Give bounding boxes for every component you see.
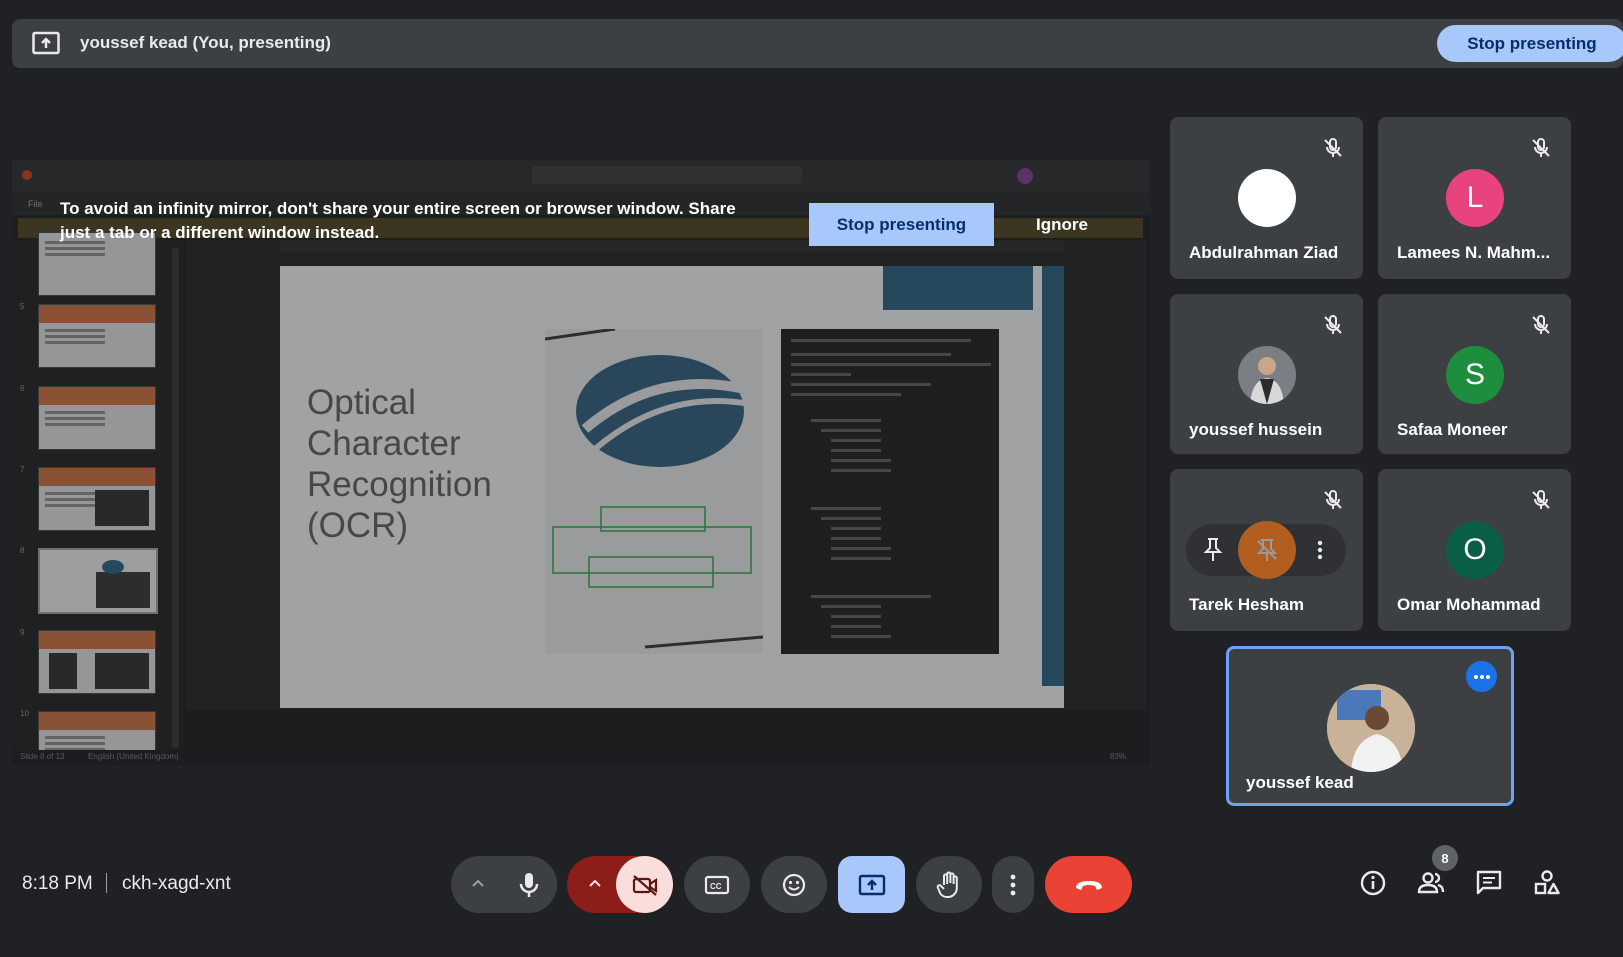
leave-call-button[interactable] [1045,856,1132,913]
participant-tile[interactable]: Tarek Hesham [1170,469,1363,631]
avatar: O [1446,521,1504,579]
infinity-mirror-warning: To avoid an infinity mirror, don't share… [60,199,736,242]
svg-text:CC: CC [710,882,722,891]
pin-icon[interactable] [1202,537,1224,563]
shared-screen: File 5 6 7 8 9 10 Optical Character Reco… [12,160,1150,765]
participant-name: youssef hussein [1189,420,1323,439]
audio-control-group [451,856,557,913]
presenter-label: youssef kead (You, presenting) [80,33,331,52]
avatar: S [1446,346,1504,404]
participant-name: Omar Mohammad [1397,595,1541,614]
chevron-up-icon[interactable] [588,878,602,888]
raise-hand-button[interactable] [916,856,982,913]
presenting-bar: youssef kead (You, presenting) Stop pres… [12,19,1623,68]
participant-name: Lamees N. Mahm... [1397,243,1551,262]
avatar [1238,521,1296,579]
participant-name: Abdulrahman Ziad [1189,243,1339,262]
captions-button[interactable]: CC [684,856,750,913]
self-more-options-button[interactable] [1466,661,1497,692]
present-now-button[interactable] [838,856,905,913]
reactions-button[interactable] [761,856,827,913]
chat-icon[interactable] [1474,868,1504,898]
meeting-details-icon[interactable] [1358,868,1388,898]
more-options-icon[interactable] [1310,539,1330,561]
microphone-icon [519,872,538,897]
participant-tile[interactable]: O Omar Mohammad [1378,469,1571,631]
camera-off-icon [632,874,657,896]
avatar: L [1446,169,1504,227]
end-call-icon [1075,880,1102,890]
hand-icon [936,870,958,898]
emoji-icon [782,873,806,896]
mic-off-icon [1532,489,1550,509]
mic-off-icon [1532,137,1550,157]
avatar [1238,169,1296,227]
remove-pin-icon[interactable] [1254,537,1280,563]
meeting-time: 8:18 PM [22,873,93,894]
chevron-up-icon[interactable] [471,878,485,888]
self-name: youssef kead [1246,773,1354,792]
mic-off-icon [1532,314,1550,334]
divider [106,873,107,893]
avatar-photo [1238,346,1296,404]
meeting-code: ckh-xagd-xnt [122,873,231,894]
camera-button[interactable] [616,856,673,913]
participant-tile[interactable]: youssef hussein [1170,294,1363,454]
more-options-button[interactable] [992,856,1034,913]
screen-dim-overlay [12,160,1150,765]
camera-control-group [567,856,673,913]
self-avatar-photo [1327,684,1415,772]
people-icon[interactable] [1416,868,1446,898]
stop-presenting-button[interactable]: Stop presenting [1437,25,1623,62]
participant-name: Safaa Moneer [1397,420,1508,439]
mic-off-icon [1324,489,1342,509]
closed-captions-icon: CC [704,875,730,894]
participant-tile[interactable]: S Safaa Moneer [1378,294,1571,454]
self-tile[interactable]: youssef kead [1226,646,1514,806]
activities-icon[interactable] [1532,868,1562,898]
warning-ignore-button[interactable]: Ignore [1012,203,1112,246]
more-vert-icon [1010,874,1016,895]
more-horiz-icon [1473,674,1490,679]
mic-off-icon [1324,314,1342,334]
participant-name: Tarek Hesham [1189,595,1304,614]
microphone-button[interactable] [500,856,557,913]
mic-off-icon [1324,137,1342,157]
participant-tile[interactable]: L Lamees N. Mahm... [1378,117,1571,279]
participant-tile[interactable]: Abdulrahman Ziad [1170,117,1363,279]
present-screen-icon [32,31,60,55]
warning-stop-presenting-button[interactable]: Stop presenting [809,203,994,246]
present-screen-icon [858,874,885,895]
